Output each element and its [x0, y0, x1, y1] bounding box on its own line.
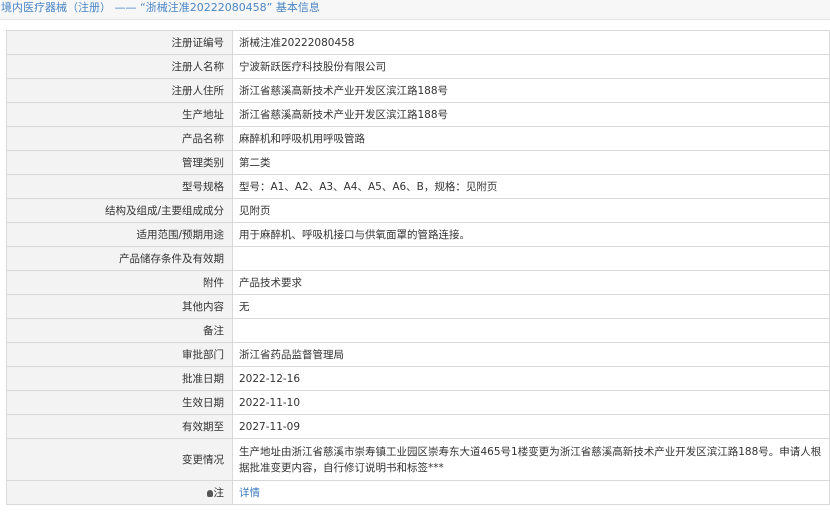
- row-value: 第二类: [232, 150, 830, 175]
- row-value: 型号：A1、A2、A3、A4、A5、A6、B，规格：见附页: [232, 174, 830, 199]
- row-value: 2027-11-09: [232, 414, 830, 439]
- table-row: 备注: [6, 318, 830, 343]
- row-value: 生产地址由浙江省慈溪市崇寿镇工业园区崇寿东大道465号1楼变更为浙江省慈溪高新技…: [232, 438, 830, 481]
- table-row: 有效期至 2027-11-09: [6, 414, 830, 439]
- row-value: 浙械注准20222080458: [232, 30, 830, 55]
- row-label: 注册人名称: [6, 54, 233, 79]
- row-label: 有效期至: [6, 414, 233, 439]
- note-label-cell: 注: [6, 480, 233, 505]
- row-label: 适用范围/预期用途: [6, 222, 233, 247]
- table-row: 其他内容无: [6, 294, 830, 319]
- table-row: 变更情况 生产地址由浙江省慈溪市崇寿镇工业园区崇寿东大道465号1楼变更为浙江省慈…: [6, 438, 830, 481]
- table-row: 注册人住所 浙江省慈溪高新技术产业开发区滨江路188号: [6, 78, 830, 103]
- note-label: 注: [213, 487, 225, 499]
- table-row: 适用范围/预期用途 用于麻醉机、呼吸机接口与供氧面罩的管路连接。: [6, 222, 830, 247]
- row-value: 2022-12-16: [232, 366, 830, 391]
- table-row: 生效日期 2022-11-10: [6, 390, 830, 415]
- row-label: 附件: [6, 270, 233, 295]
- row-label: 产品名称: [6, 126, 233, 151]
- row-label: 产品储存条件及有效期: [6, 246, 233, 271]
- row-label: 批准日期: [6, 366, 233, 391]
- table-row: 结构及组成/主要组成成分 见附页: [6, 198, 830, 223]
- row-label: 结构及组成/主要组成成分: [6, 198, 233, 223]
- row-label: 生效日期: [6, 390, 233, 415]
- row-label: 注册人住所: [6, 78, 233, 103]
- row-value: 麻醉机和呼吸机用呼吸管路: [232, 126, 830, 151]
- row-value: 浙江省慈溪高新技术产业开发区滨江路188号: [232, 102, 830, 127]
- table-row: 产品储存条件及有效期: [6, 246, 830, 271]
- row-label: 变更情况: [6, 438, 233, 481]
- title-category: 境内医疗器械（注册）: [1, 1, 111, 14]
- table-row: 注册人名称 宁波新跃医疗科技股份有限公司: [6, 54, 830, 79]
- table-row: 附件 产品技术要求: [6, 270, 830, 295]
- detail-table-wrapper: 注册证编号 浙械注准20222080458 注册人名称 宁波新跃医疗科技股份有限公司…: [6, 30, 830, 505]
- table-row: 审批部门 浙江省药品监督管理局: [6, 342, 830, 367]
- detail-table: 注册证编号 浙械注准20222080458 注册人名称 宁波新跃医疗科技股份有限公司…: [6, 30, 830, 505]
- note-value-cell: 详情: [232, 480, 830, 505]
- row-value: 见附页: [232, 198, 830, 223]
- row-value: 浙江省药品监督管理局: [232, 342, 830, 367]
- table-row: 注册证编号 浙械注准20222080458: [6, 30, 830, 55]
- table-row: 型号规格 型号：A1、A2、A3、A4、A5、A6、B，规格：见附页: [6, 174, 830, 199]
- title-record: “浙械注准20222080458”: [140, 1, 273, 14]
- row-label: 管理类别: [6, 150, 233, 175]
- title-suffix: 基本信息: [275, 1, 320, 14]
- row-label: 其他内容: [6, 294, 233, 319]
- note-row: 注 详情: [6, 480, 830, 505]
- row-value: 产品技术要求: [232, 270, 830, 295]
- table-row: 管理类别 第二类: [6, 150, 830, 175]
- table-row: 生产地址 浙江省慈溪高新技术产业开发区滨江路188号: [6, 102, 830, 127]
- title-dash: ——: [114, 1, 137, 14]
- row-value: [232, 246, 830, 271]
- row-label: 型号规格: [6, 174, 233, 199]
- row-label: 注册证编号: [6, 30, 233, 55]
- row-value: 2022-11-10: [232, 390, 830, 415]
- row-label: 备注: [6, 318, 233, 343]
- table-row: 批准日期 2022-12-16: [6, 366, 830, 391]
- table-row: 产品名称 麻醉机和呼吸机用呼吸管路: [6, 126, 830, 151]
- row-value: 无: [232, 294, 830, 319]
- row-value: 用于麻醉机、呼吸机接口与供氧面罩的管路连接。: [232, 222, 830, 247]
- row-value: 浙江省慈溪高新技术产业开发区滨江路188号: [232, 78, 830, 103]
- row-label: 审批部门: [6, 342, 233, 367]
- lightbulb-icon: [206, 490, 213, 497]
- row-value: [232, 318, 830, 343]
- row-value: 宁波新跃医疗科技股份有限公司: [232, 54, 830, 79]
- row-label: 生产地址: [6, 102, 233, 127]
- details-link[interactable]: 详情: [239, 487, 260, 499]
- page-title: 境内医疗器械（注册） —— “浙械注准20222080458” 基本信息: [0, 0, 830, 20]
